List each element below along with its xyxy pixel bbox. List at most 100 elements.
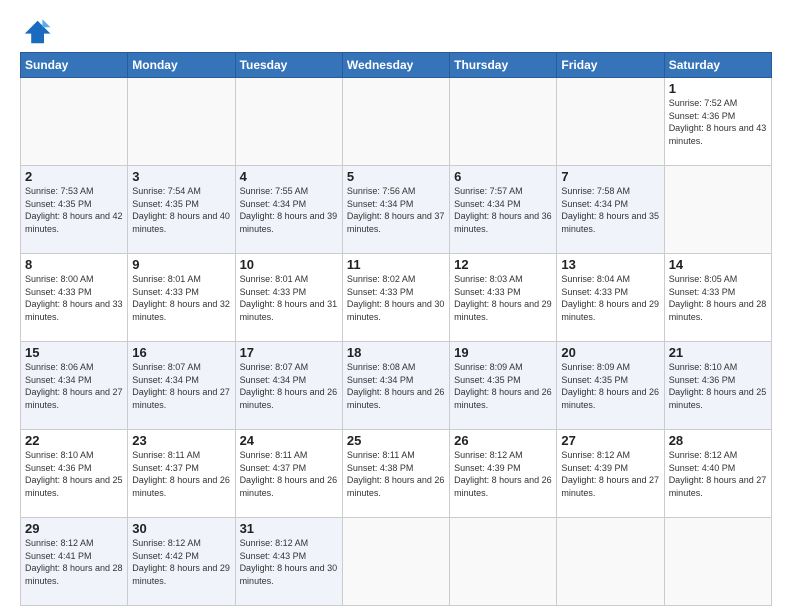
calendar-cell: 7Sunrise: 7:58 AMSunset: 4:34 PMDaylight… [557, 166, 664, 254]
day-info: Sunrise: 7:56 AMSunset: 4:34 PMDaylight:… [347, 185, 445, 235]
day-number: 7 [561, 169, 659, 184]
logo-icon [20, 16, 52, 48]
day-info: Sunrise: 7:58 AMSunset: 4:34 PMDaylight:… [561, 185, 659, 235]
calendar-cell: 15Sunrise: 8:06 AMSunset: 4:34 PMDayligh… [21, 342, 128, 430]
day-info: Sunrise: 8:01 AMSunset: 4:33 PMDaylight:… [132, 273, 230, 323]
calendar-cell [128, 78, 235, 166]
day-number: 20 [561, 345, 659, 360]
day-info: Sunrise: 8:06 AMSunset: 4:34 PMDaylight:… [25, 361, 123, 411]
calendar-cell: 8Sunrise: 8:00 AMSunset: 4:33 PMDaylight… [21, 254, 128, 342]
day-number: 30 [132, 521, 230, 536]
day-info: Sunrise: 8:10 AMSunset: 4:36 PMDaylight:… [25, 449, 123, 499]
day-number: 18 [347, 345, 445, 360]
calendar-cell: 26Sunrise: 8:12 AMSunset: 4:39 PMDayligh… [450, 430, 557, 518]
calendar-header-saturday: Saturday [664, 53, 771, 78]
calendar-week-5: 22Sunrise: 8:10 AMSunset: 4:36 PMDayligh… [21, 430, 772, 518]
calendar-cell: 27Sunrise: 8:12 AMSunset: 4:39 PMDayligh… [557, 430, 664, 518]
day-number: 21 [669, 345, 767, 360]
day-info: Sunrise: 7:53 AMSunset: 4:35 PMDaylight:… [25, 185, 123, 235]
day-info: Sunrise: 8:12 AMSunset: 4:42 PMDaylight:… [132, 537, 230, 587]
day-number: 1 [669, 81, 767, 96]
day-number: 24 [240, 433, 338, 448]
day-number: 15 [25, 345, 123, 360]
calendar-week-4: 15Sunrise: 8:06 AMSunset: 4:34 PMDayligh… [21, 342, 772, 430]
day-number: 28 [669, 433, 767, 448]
calendar-cell: 5Sunrise: 7:56 AMSunset: 4:34 PMDaylight… [342, 166, 449, 254]
day-info: Sunrise: 8:12 AMSunset: 4:39 PMDaylight:… [454, 449, 552, 499]
calendar-cell: 29Sunrise: 8:12 AMSunset: 4:41 PMDayligh… [21, 518, 128, 606]
calendar-cell: 28Sunrise: 8:12 AMSunset: 4:40 PMDayligh… [664, 430, 771, 518]
calendar-cell: 10Sunrise: 8:01 AMSunset: 4:33 PMDayligh… [235, 254, 342, 342]
calendar-cell [342, 518, 449, 606]
calendar-cell: 11Sunrise: 8:02 AMSunset: 4:33 PMDayligh… [342, 254, 449, 342]
day-info: Sunrise: 8:03 AMSunset: 4:33 PMDaylight:… [454, 273, 552, 323]
day-number: 27 [561, 433, 659, 448]
calendar-week-2: 2Sunrise: 7:53 AMSunset: 4:35 PMDaylight… [21, 166, 772, 254]
calendar-cell: 20Sunrise: 8:09 AMSunset: 4:35 PMDayligh… [557, 342, 664, 430]
day-number: 14 [669, 257, 767, 272]
calendar-cell: 30Sunrise: 8:12 AMSunset: 4:42 PMDayligh… [128, 518, 235, 606]
day-info: Sunrise: 8:02 AMSunset: 4:33 PMDaylight:… [347, 273, 445, 323]
calendar-week-6: 29Sunrise: 8:12 AMSunset: 4:41 PMDayligh… [21, 518, 772, 606]
day-number: 29 [25, 521, 123, 536]
calendar-week-1: 1Sunrise: 7:52 AMSunset: 4:36 PMDaylight… [21, 78, 772, 166]
calendar-header-row: SundayMondayTuesdayWednesdayThursdayFrid… [21, 53, 772, 78]
day-info: Sunrise: 8:11 AMSunset: 4:38 PMDaylight:… [347, 449, 445, 499]
day-number: 5 [347, 169, 445, 184]
calendar-cell [21, 78, 128, 166]
day-info: Sunrise: 8:04 AMSunset: 4:33 PMDaylight:… [561, 273, 659, 323]
calendar-cell: 13Sunrise: 8:04 AMSunset: 4:33 PMDayligh… [557, 254, 664, 342]
day-number: 4 [240, 169, 338, 184]
day-info: Sunrise: 8:12 AMSunset: 4:41 PMDaylight:… [25, 537, 123, 587]
day-number: 6 [454, 169, 552, 184]
calendar-cell [235, 78, 342, 166]
day-number: 23 [132, 433, 230, 448]
day-info: Sunrise: 7:54 AMSunset: 4:35 PMDaylight:… [132, 185, 230, 235]
calendar-cell [664, 166, 771, 254]
calendar-cell: 21Sunrise: 8:10 AMSunset: 4:36 PMDayligh… [664, 342, 771, 430]
calendar-header-tuesday: Tuesday [235, 53, 342, 78]
calendar-cell: 25Sunrise: 8:11 AMSunset: 4:38 PMDayligh… [342, 430, 449, 518]
day-info: Sunrise: 8:00 AMSunset: 4:33 PMDaylight:… [25, 273, 123, 323]
calendar-cell: 31Sunrise: 8:12 AMSunset: 4:43 PMDayligh… [235, 518, 342, 606]
day-number: 12 [454, 257, 552, 272]
day-info: Sunrise: 8:10 AMSunset: 4:36 PMDaylight:… [669, 361, 767, 411]
calendar-cell: 17Sunrise: 8:07 AMSunset: 4:34 PMDayligh… [235, 342, 342, 430]
day-info: Sunrise: 8:07 AMSunset: 4:34 PMDaylight:… [240, 361, 338, 411]
day-info: Sunrise: 7:57 AMSunset: 4:34 PMDaylight:… [454, 185, 552, 235]
day-number: 8 [25, 257, 123, 272]
day-number: 22 [25, 433, 123, 448]
day-number: 25 [347, 433, 445, 448]
calendar-cell [557, 518, 664, 606]
calendar-header-thursday: Thursday [450, 53, 557, 78]
calendar-cell: 6Sunrise: 7:57 AMSunset: 4:34 PMDaylight… [450, 166, 557, 254]
day-info: Sunrise: 8:11 AMSunset: 4:37 PMDaylight:… [132, 449, 230, 499]
day-info: Sunrise: 8:12 AMSunset: 4:40 PMDaylight:… [669, 449, 767, 499]
calendar-cell [557, 78, 664, 166]
day-number: 13 [561, 257, 659, 272]
day-info: Sunrise: 7:55 AMSunset: 4:34 PMDaylight:… [240, 185, 338, 235]
calendar-cell: 4Sunrise: 7:55 AMSunset: 4:34 PMDaylight… [235, 166, 342, 254]
calendar-cell: 19Sunrise: 8:09 AMSunset: 4:35 PMDayligh… [450, 342, 557, 430]
calendar-cell: 23Sunrise: 8:11 AMSunset: 4:37 PMDayligh… [128, 430, 235, 518]
page: SundayMondayTuesdayWednesdayThursdayFrid… [0, 0, 792, 612]
calendar-cell: 1Sunrise: 7:52 AMSunset: 4:36 PMDaylight… [664, 78, 771, 166]
day-number: 17 [240, 345, 338, 360]
day-info: Sunrise: 8:05 AMSunset: 4:33 PMDaylight:… [669, 273, 767, 323]
day-number: 26 [454, 433, 552, 448]
calendar-cell: 14Sunrise: 8:05 AMSunset: 4:33 PMDayligh… [664, 254, 771, 342]
calendar-cell: 9Sunrise: 8:01 AMSunset: 4:33 PMDaylight… [128, 254, 235, 342]
calendar-header-sunday: Sunday [21, 53, 128, 78]
day-number: 19 [454, 345, 552, 360]
day-info: Sunrise: 8:11 AMSunset: 4:37 PMDaylight:… [240, 449, 338, 499]
calendar-cell: 2Sunrise: 7:53 AMSunset: 4:35 PMDaylight… [21, 166, 128, 254]
day-number: 31 [240, 521, 338, 536]
calendar-cell: 24Sunrise: 8:11 AMSunset: 4:37 PMDayligh… [235, 430, 342, 518]
day-number: 3 [132, 169, 230, 184]
calendar-header-monday: Monday [128, 53, 235, 78]
day-number: 2 [25, 169, 123, 184]
calendar-cell [664, 518, 771, 606]
calendar: SundayMondayTuesdayWednesdayThursdayFrid… [20, 52, 772, 606]
day-info: Sunrise: 8:12 AMSunset: 4:43 PMDaylight:… [240, 537, 338, 587]
day-info: Sunrise: 8:12 AMSunset: 4:39 PMDaylight:… [561, 449, 659, 499]
